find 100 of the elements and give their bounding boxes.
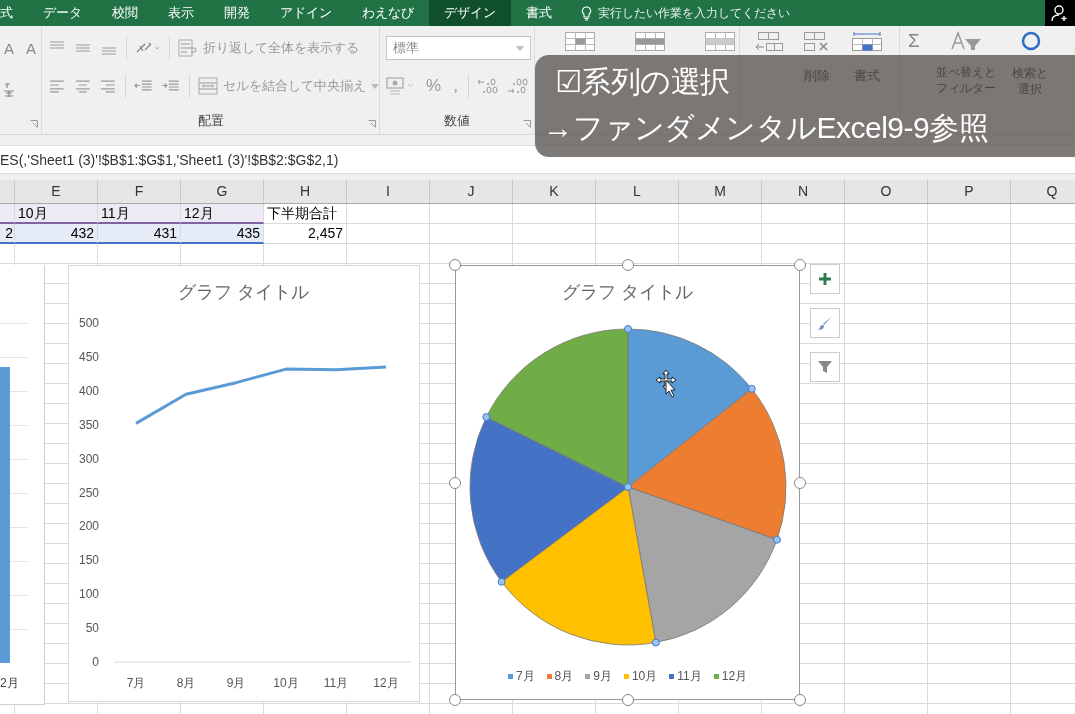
ribbon-tab[interactable]: デザイン [429, 0, 511, 26]
autosum-button[interactable]: Σ [908, 31, 920, 51]
resize-handle[interactable] [449, 694, 461, 706]
chart-elements-button[interactable] [810, 264, 840, 294]
table-cell: 10月 [15, 204, 98, 224]
pie-slice[interactable] [485, 328, 629, 488]
caret-icon [516, 45, 524, 51]
axis-label: 10月 [273, 676, 299, 690]
column-header[interactable]: F [98, 180, 181, 203]
chart-styles-button[interactable] [810, 308, 840, 338]
dialog-launcher-icon[interactable] [368, 120, 376, 128]
ribbon-tab[interactable]: 書式 [511, 0, 567, 26]
ribbon-tab[interactable]: アドイン [265, 0, 347, 26]
align-center-icon[interactable] [73, 78, 92, 94]
pie-chart[interactable]: グラフ タイトル 7月 8月 9月 10月 11月 12月 [455, 265, 800, 700]
legend-label: 9月 [593, 668, 612, 685]
merge-cells-icon [198, 77, 218, 95]
selection-handle[interactable] [624, 483, 632, 491]
axis-label: 100 [78, 587, 99, 602]
column-header[interactable]: L [596, 180, 679, 203]
brush-icon [817, 315, 833, 331]
increase-decimal-icon[interactable] [476, 77, 499, 95]
resize-handle[interactable] [449, 259, 461, 271]
legend-label: 10月 [631, 668, 658, 685]
column-header[interactable]: E [15, 180, 98, 203]
caret-icon [371, 83, 379, 89]
ribbon-tab[interactable]: 開発 [209, 0, 265, 26]
sort-filter-icon [948, 31, 983, 50]
selection-handle[interactable] [772, 535, 781, 544]
wrap-text-icon [178, 39, 198, 57]
decrease-decimal-icon[interactable] [506, 77, 529, 95]
decrease-indent-icon[interactable] [133, 78, 154, 94]
currency-format-icon[interactable] [386, 76, 416, 96]
format-cells-icon [850, 32, 884, 51]
legend-label: 11月 [677, 668, 702, 685]
ribbon-tab[interactable]: 表示 [153, 0, 209, 26]
column-header[interactable]: K [513, 180, 596, 203]
selection-handle[interactable] [747, 384, 756, 393]
axis-label: 11月 [323, 676, 349, 690]
axis-label: 2月 [0, 675, 19, 692]
column-header[interactable]: O [845, 180, 928, 203]
column-header[interactable]: J [430, 180, 513, 203]
table-format-icon[interactable] [635, 32, 665, 51]
column-header[interactable]: H [264, 180, 347, 203]
tell-me-field[interactable]: 実行したい作業を入力してください [598, 6, 813, 20]
table-cell: 432 [15, 224, 98, 244]
align-left-icon[interactable] [48, 78, 66, 94]
table-cell: 12月 [181, 204, 264, 224]
share-user-button[interactable] [1045, 0, 1075, 26]
pie-slice[interactable] [627, 486, 778, 643]
group-label: 数値 [443, 112, 471, 130]
group-label: 配置 [196, 112, 225, 130]
chart-title: グラフ タイトル [561, 281, 694, 304]
selection-handle[interactable] [624, 325, 632, 333]
axis-label: 50 [85, 621, 99, 636]
line-chart[interactable]: グラフ タイトル 0 50 100 150 200 250 300 350 400 450 500 7月 8月 9月 10月 11月 12月 [68, 265, 420, 702]
selection-handle[interactable] [497, 577, 506, 586]
axis-label: 450 [78, 349, 99, 364]
legend-label: 8月 [554, 668, 574, 685]
column-header[interactable]: N [762, 180, 845, 203]
table-cell: 431 [98, 224, 181, 244]
chart-area[interactable]: 2月 [0, 265, 45, 705]
phonetic-guide-icon[interactable] [2, 82, 16, 98]
plus-icon [818, 272, 832, 286]
axis-label: 7月 [126, 676, 146, 690]
ribbon-tab[interactable]: わえなび [347, 0, 429, 26]
dialog-launcher-icon[interactable] [523, 120, 531, 128]
axis-label: 150 [78, 553, 99, 568]
column-header[interactable]: Q [1011, 180, 1075, 203]
ribbon-tab[interactable]: 校閲 [97, 0, 153, 26]
axis-label: 300 [78, 451, 99, 466]
resize-handle[interactable] [794, 694, 806, 706]
insert-cells-icon[interactable] [754, 32, 784, 51]
ribbon-tab[interactable]: データ [28, 0, 97, 26]
table-cell: 435 [181, 224, 264, 244]
axis-label: 250 [78, 485, 99, 500]
grow-font-button[interactable]: A [2, 39, 16, 57]
column-header[interactable]: G [181, 180, 264, 203]
conditional-format-icon[interactable] [565, 32, 595, 51]
axis-label: 9月 [226, 676, 246, 690]
resize-handle[interactable] [794, 259, 806, 271]
increase-indent-icon[interactable] [161, 78, 181, 94]
cell-styles-icon[interactable] [705, 32, 735, 51]
caption-text: →ファンダメンタルExcel9-9参照 [543, 110, 989, 146]
axis-label: 350 [78, 417, 99, 432]
shrink-font-button[interactable]: A [24, 39, 39, 57]
number-format-dropdown[interactable]: 標準 [386, 36, 531, 60]
axis-label: 12月 [373, 676, 399, 690]
axis-label: 0 [92, 655, 99, 669]
column-header[interactable]: P [928, 180, 1011, 203]
ribbon-tab[interactable]: 式 [0, 0, 28, 26]
align-right-icon[interactable] [99, 78, 117, 94]
selection-handle[interactable] [482, 413, 491, 422]
chart-filters-button[interactable] [810, 352, 840, 382]
column-header[interactable]: M [679, 180, 762, 203]
chart-title: グラフ タイトル [177, 281, 311, 304]
caption-text: ☑系列の選択 [554, 64, 730, 100]
selection-handle[interactable] [651, 638, 660, 647]
dialog-launcher-icon[interactable] [30, 120, 38, 128]
column-header[interactable]: I [347, 180, 430, 203]
